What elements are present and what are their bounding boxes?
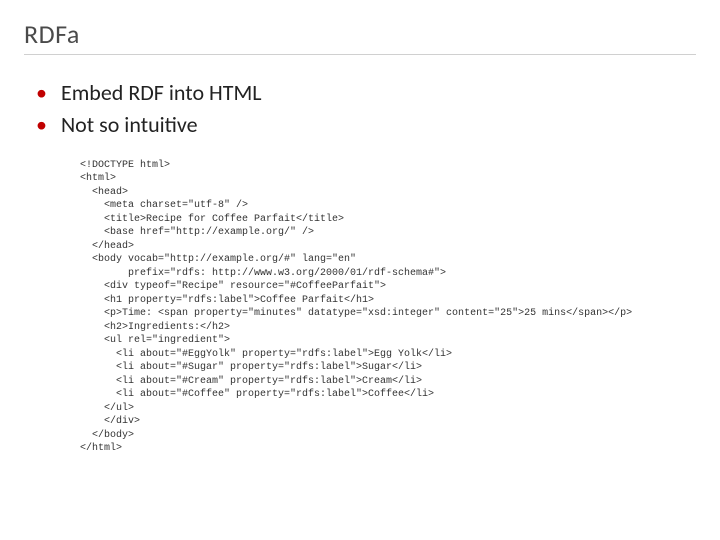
slide-title: RDFa xyxy=(24,18,696,55)
bullet-text: Embed RDF into HTML xyxy=(61,77,262,109)
code-block: <!DOCTYPE html> <html> <head> <meta char… xyxy=(80,159,696,456)
bullet-text: Not so intuitive xyxy=(61,109,198,141)
bullet-item: Embed RDF into HTML xyxy=(36,77,696,109)
bullet-item: Not so intuitive xyxy=(36,109,696,141)
bullet-list: Embed RDF into HTML Not so intuitive xyxy=(36,77,696,141)
